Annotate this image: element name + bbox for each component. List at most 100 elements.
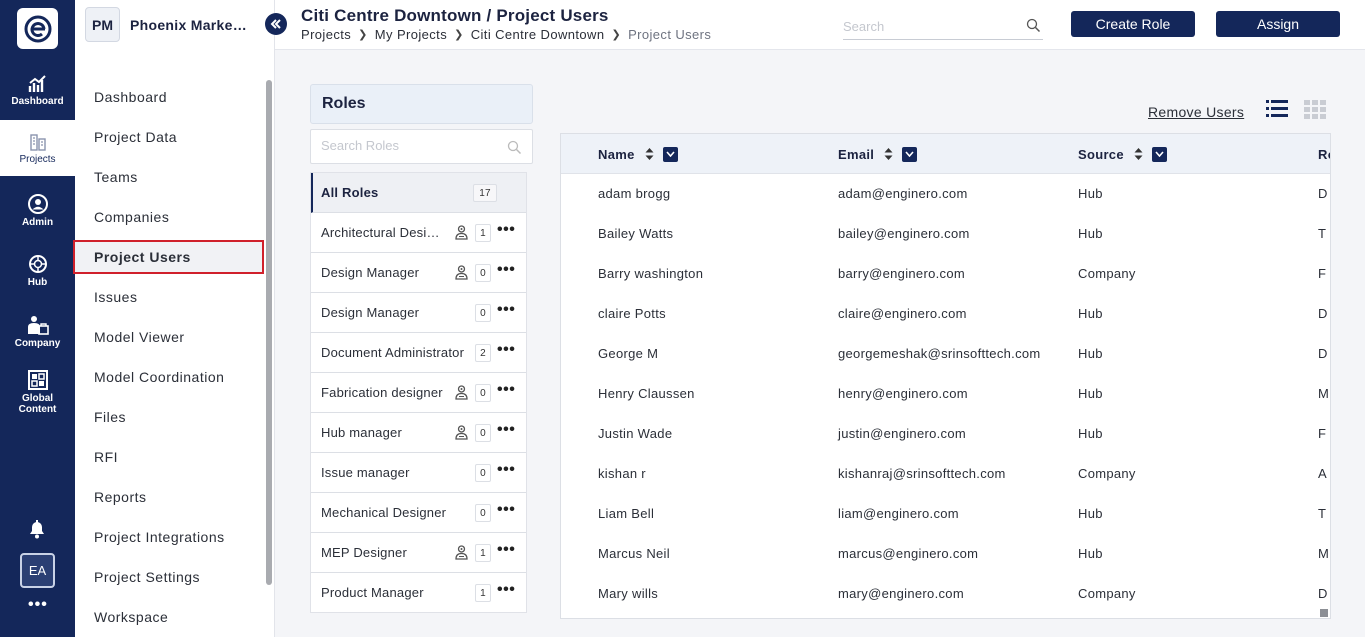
user-name: Barry washington (598, 266, 704, 281)
nav-item-model-coordination[interactable]: Model Coordination (75, 357, 265, 397)
rail-item-label: Company (14, 337, 61, 349)
nav-item-files[interactable]: Files (75, 397, 265, 437)
nav-item-dashboard[interactable]: Dashboard (75, 77, 265, 117)
table-row[interactable]: Mary wills mary@enginero.com Company D (561, 574, 1330, 614)
nav-item-project-users[interactable]: Project Users (73, 240, 264, 274)
table-row[interactable]: claire Potts claire@enginero.com Hub D (561, 294, 1330, 334)
nav-item-project-integrations[interactable]: Project Integrations (75, 517, 265, 557)
role-item[interactable]: Issue manager 0 ••• (311, 453, 526, 493)
nav-item-issues[interactable]: Issues (75, 277, 265, 317)
table-row[interactable]: kishan r kishanraj@srinsofttech.com Compan… (561, 454, 1330, 494)
column-header-role[interactable]: Role (1318, 134, 1330, 174)
table-row[interactable]: Henry Claussen henry@enginero.com Hub M (561, 374, 1330, 414)
role-item[interactable]: Hub manager 0 ••• (311, 413, 526, 453)
user-source: Company (1078, 466, 1136, 481)
assign-button[interactable]: Assign (1216, 11, 1340, 37)
breadcrumb-project[interactable]: Citi Centre Downtown (471, 27, 605, 42)
column-header-source[interactable]: Source (1078, 134, 1167, 174)
table-scrollbar[interactable] (1320, 609, 1328, 617)
grid-view-icon[interactable] (1303, 98, 1327, 125)
role-item[interactable]: Architectural Designer 1 ••• (311, 213, 526, 253)
nav-item-reports[interactable]: Reports (75, 477, 265, 517)
list-view-icon[interactable] (1265, 98, 1289, 125)
global-search-input[interactable] (843, 15, 1013, 37)
role-item[interactable]: Mechanical Designer 0 ••• (311, 493, 526, 533)
column-header-email[interactable]: Email (838, 134, 918, 174)
nav-item-model-viewer[interactable]: Model Viewer (75, 317, 265, 357)
rail-item-label: Projects (19, 153, 56, 165)
nav-item-project-settings[interactable]: Project Settings (75, 557, 265, 597)
user-source: Hub (1078, 546, 1103, 561)
user-avatar[interactable]: EA (20, 553, 55, 588)
sort-icon[interactable] (645, 147, 654, 161)
role-item[interactable]: Product Manager 1 ••• (311, 573, 526, 612)
role-more-icon[interactable]: ••• (497, 422, 515, 438)
role-more-icon[interactable]: ••• (497, 462, 515, 478)
search-icon[interactable] (507, 140, 522, 155)
rail-item-dashboard[interactable]: Dashboard (0, 62, 75, 118)
table-header: Name Email Source Role (561, 134, 1330, 174)
breadcrumb-projects[interactable]: Projects (301, 27, 351, 42)
nav-item-rfi[interactable]: RFI (75, 437, 265, 477)
create-role-button[interactable]: Create Role (1071, 11, 1195, 37)
column-label: Name (598, 146, 635, 162)
user-role: T (1318, 226, 1327, 241)
user-source: Hub (1078, 386, 1103, 401)
role-item[interactable]: Design Manager 0 ••• (311, 293, 526, 333)
global-content-icon (27, 370, 48, 390)
rail-item-company[interactable]: Company (0, 303, 75, 359)
rail-item-projects[interactable]: Projects (0, 120, 75, 176)
breadcrumb-my-projects[interactable]: My Projects (375, 27, 447, 42)
role-item[interactable]: Document Administrator 2 ••• (311, 333, 526, 373)
role-item[interactable]: Design Manager 0 ••• (311, 253, 526, 293)
user-role: F (1318, 266, 1327, 281)
nav-scrollbar[interactable] (266, 80, 272, 585)
filter-dropdown-icon[interactable] (1151, 146, 1167, 162)
role-more-icon[interactable]: ••• (497, 382, 515, 398)
role-more-icon[interactable]: ••• (497, 542, 515, 558)
role-more-icon[interactable]: ••• (497, 502, 515, 518)
sort-icon[interactable] (1134, 147, 1143, 161)
search-icon[interactable] (1026, 18, 1041, 33)
role-more-icon[interactable]: ••• (497, 222, 515, 238)
column-header-name[interactable]: Name (598, 134, 678, 174)
app-logo-icon[interactable] (17, 8, 58, 49)
table-row[interactable]: Justin Wade justin@enginero.com Hub F (561, 414, 1330, 454)
table-row[interactable]: Barry washington barry@enginero.com Compan… (561, 254, 1330, 294)
nav-item-project-data[interactable]: Project Data (75, 117, 265, 157)
filter-dropdown-icon[interactable] (662, 146, 678, 162)
sort-icon[interactable] (884, 147, 893, 161)
role-more-icon[interactable]: ••• (497, 342, 515, 358)
rail-item-admin[interactable]: Admin (0, 182, 75, 238)
remove-users-link[interactable]: Remove Users (1148, 104, 1244, 120)
role-item-all[interactable]: All Roles 17 (311, 173, 526, 213)
role-more-icon[interactable]: ••• (497, 302, 515, 318)
table-row[interactable]: George M georgemeshak@srinsofttech.com Hub… (561, 334, 1330, 374)
table-row[interactable]: adam brogg adam@enginero.com Hub D (561, 174, 1330, 214)
nav-item-companies[interactable]: Companies (75, 197, 265, 237)
rail-item-label: Dashboard (11, 95, 64, 107)
hub-role-icon (455, 225, 468, 240)
role-more-icon[interactable]: ••• (497, 582, 515, 598)
collapse-sidebar-button[interactable] (265, 13, 287, 35)
user-name: Liam Bell (598, 506, 655, 521)
filter-dropdown-icon[interactable] (902, 146, 918, 162)
more-icon[interactable]: ••• (28, 596, 48, 614)
role-count: 1 (475, 544, 491, 562)
rail-item-hub[interactable]: Hub (0, 242, 75, 298)
project-nav: PM Phoenix Marketplace Dashboard Project… (73, 0, 287, 637)
role-item[interactable]: MEP Designer 1 ••• (311, 533, 526, 573)
bell-icon[interactable] (26, 518, 48, 545)
table-row[interactable]: Bailey Watts bailey@enginero.com Hub T (561, 214, 1330, 254)
role-name: Document Administrator (321, 345, 465, 360)
role-more-icon[interactable]: ••• (497, 262, 515, 278)
role-name: All Roles (321, 185, 379, 200)
role-item[interactable]: Fabrication designer 0 ••• (311, 373, 526, 413)
table-row[interactable]: Liam Bell liam@enginero.com Hub T (561, 494, 1330, 534)
rail-item-global-content[interactable]: Global Content (0, 362, 75, 422)
nav-item-teams[interactable]: Teams (75, 157, 265, 197)
table-row[interactable]: Marcus Neil marcus@enginero.com Hub M (561, 534, 1330, 574)
nav-item-workspace[interactable]: Workspace (75, 597, 265, 637)
project-header[interactable]: PM Phoenix Marketplace (85, 7, 250, 42)
roles-search-input[interactable] (321, 138, 501, 153)
